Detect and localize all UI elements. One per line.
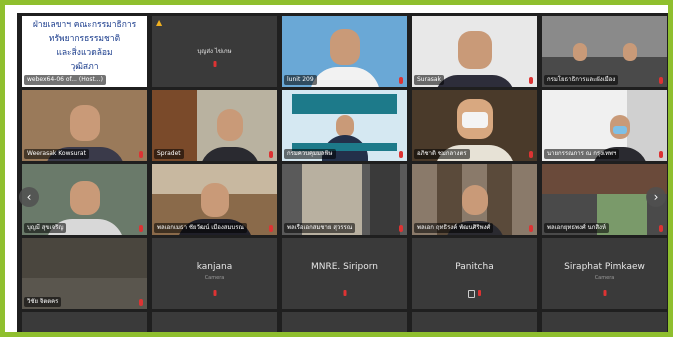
mic-muted-icon: [529, 151, 533, 158]
video-tile[interactable]: วิชัย จิตตคร: [22, 238, 147, 309]
video-tile[interactable]: Panitcha: [412, 238, 537, 309]
video-grid: ฝ่ายเลขาฯ คณะกรรมาธิการ ทรัพยากรธรรมชาติ…: [17, 13, 668, 332]
mic-muted-icon: [139, 225, 143, 232]
participant-name: Siraphat Pimkaew: [564, 262, 645, 272]
mic-muted-icon: [603, 290, 606, 296]
phone-icon: [468, 290, 475, 298]
door: [370, 164, 400, 235]
slide-line: ฝ่ายเลขาฯ คณะกรรมาธิการ: [32, 20, 137, 30]
participant-label: พลเรือเอกสมชาย สุวรรณ: [284, 223, 356, 233]
participant-head: [461, 185, 488, 215]
mic-muted-icon: [213, 290, 216, 296]
video-tile[interactable]: [412, 312, 537, 332]
video-tile[interactable]: นายกรรณการ ณ กรุงเทพฯ: [542, 90, 667, 161]
mic-muted-icon: [659, 77, 663, 84]
face-mask: [612, 126, 627, 134]
participant-head: [335, 115, 354, 137]
video-tile[interactable]: บุญมี สุขเจริญ: [22, 164, 147, 235]
participant-head: [69, 181, 100, 215]
video-tile[interactable]: [152, 312, 277, 332]
participant-label: วิชัย จิตตคร: [24, 297, 62, 307]
participant-body: [199, 147, 260, 161]
video-tile[interactable]: Siraphat Pimkaew Camera: [542, 238, 667, 309]
participant-head: [69, 105, 100, 141]
mic-muted-icon: [269, 151, 273, 158]
mic-muted-icon: [399, 77, 403, 84]
mic-muted-icon: [478, 290, 481, 296]
video-tile[interactable]: พลเรือเอกสมชาย สุวรรณ: [282, 164, 407, 235]
outer-frame: ฝ่ายเลขาฯ คณะกรรมาธิการ ทรัพยากรธรรมชาติ…: [0, 0, 673, 337]
video-tile[interactable]: กรมควบคุมมลพิษ: [282, 90, 407, 161]
backdrop-banner: [292, 94, 397, 114]
participant-status: Camera: [204, 275, 225, 281]
participant-name: บุญส่ง ไข่เกษ: [197, 48, 232, 55]
participant-label: กรมควบคุมมลพิษ: [284, 149, 336, 159]
video-tile[interactable]: ▲ บุญส่ง ไข่เกษ: [152, 16, 277, 87]
video-tile[interactable]: Weerasak Kowsurat: [22, 90, 147, 161]
participant-head: [216, 109, 243, 141]
video-tile[interactable]: พลเอกเมธา ชัยวัฒน์ เมืองสมบรณ: [152, 164, 277, 235]
mic-muted-icon: [139, 299, 143, 306]
slide-line: วุฒิสภา: [70, 62, 99, 72]
slide-line: ทรัพยากรธรรมชาติ: [48, 34, 121, 44]
face-mask: [461, 112, 488, 128]
video-tile[interactable]: อภิชาติ ชมกลางตร: [412, 90, 537, 161]
mic-muted-icon: [529, 225, 533, 232]
participant-name: kanjana: [196, 262, 233, 272]
participant-body: [434, 75, 515, 87]
participant-name: Panitcha: [455, 262, 494, 272]
video-tile[interactable]: kanjana Camera: [152, 238, 277, 309]
video-tile[interactable]: Spradet: [152, 90, 277, 161]
participant-label: อภิชาติ ชมกลางตร: [414, 149, 470, 159]
participant-head: [329, 29, 360, 65]
mic-muted-icon: [529, 77, 533, 84]
participant-head: [200, 183, 229, 217]
participant-head: [572, 43, 587, 61]
video-tile[interactable]: lunit 209: [282, 16, 407, 87]
mic-muted-icon: [343, 290, 346, 296]
warning-icon: ▲: [156, 18, 163, 27]
participant-label: lunit 209: [284, 75, 317, 85]
participant-label: พลเอก ฤทธิรงค์ พัฒนศิริพงศ์: [414, 223, 494, 233]
mic-muted-icon: [399, 151, 403, 158]
participant-head: [622, 43, 637, 61]
participant-status: Camera: [594, 275, 615, 281]
participant-label: webex64-06 of... (Host...): [24, 75, 106, 85]
video-tile[interactable]: กรมโยธาธิการและผังเมือง: [542, 16, 667, 87]
participant-label: นายกรรณการ ณ กรุงเทพฯ: [544, 149, 620, 159]
participant-body: [309, 67, 380, 87]
video-tile[interactable]: [542, 312, 667, 332]
video-tile[interactable]: [22, 312, 147, 332]
mic-muted-icon: [659, 151, 663, 158]
participant-name: MNRE. Siriporn: [310, 262, 379, 272]
participant-label: พลเอกยุทธพงศ์ นกสิงห์: [544, 223, 609, 233]
ceiling: [22, 238, 147, 278]
mic-muted-icon: [139, 151, 143, 158]
video-tile[interactable]: [282, 312, 407, 332]
mic-muted-icon: [213, 61, 216, 67]
participant-label: บุญมี สุขเจริญ: [24, 223, 67, 233]
mic-muted-icon: [269, 225, 273, 232]
video-tile[interactable]: ฝ่ายเลขาฯ คณะกรรมาธิการ ทรัพยากรธรรมชาติ…: [22, 16, 147, 87]
video-tile[interactable]: Surasak: [412, 16, 537, 87]
mic-muted-icon: [399, 225, 403, 232]
prev-page-button[interactable]: ‹: [19, 187, 39, 207]
next-page-button[interactable]: ›: [646, 187, 666, 207]
video-tile[interactable]: MNRE. Siriporn: [282, 238, 407, 309]
participant-head: [457, 31, 492, 69]
participant-label: กรมโยธาธิการและผังเมือง: [544, 75, 619, 85]
mic-muted-icon: [659, 225, 663, 232]
slide-line: และสิ่งแวดล้อม: [56, 48, 113, 58]
participant-label: Surasak: [414, 75, 445, 85]
participant-label: Spradet: [154, 149, 184, 159]
participant-label: Weerasak Kowsurat: [24, 149, 89, 159]
participant-label: พลเอกเมธา ชัยวัฒน์ เมืองสมบรณ: [154, 223, 248, 233]
slide-text: ฝ่ายเลขาฯ คณะกรรมาธิการ ทรัพยากรธรรมชาติ…: [22, 18, 147, 74]
video-tile[interactable]: พลเอก ฤทธิรงค์ พัฒนศิริพงศ์: [412, 164, 537, 235]
